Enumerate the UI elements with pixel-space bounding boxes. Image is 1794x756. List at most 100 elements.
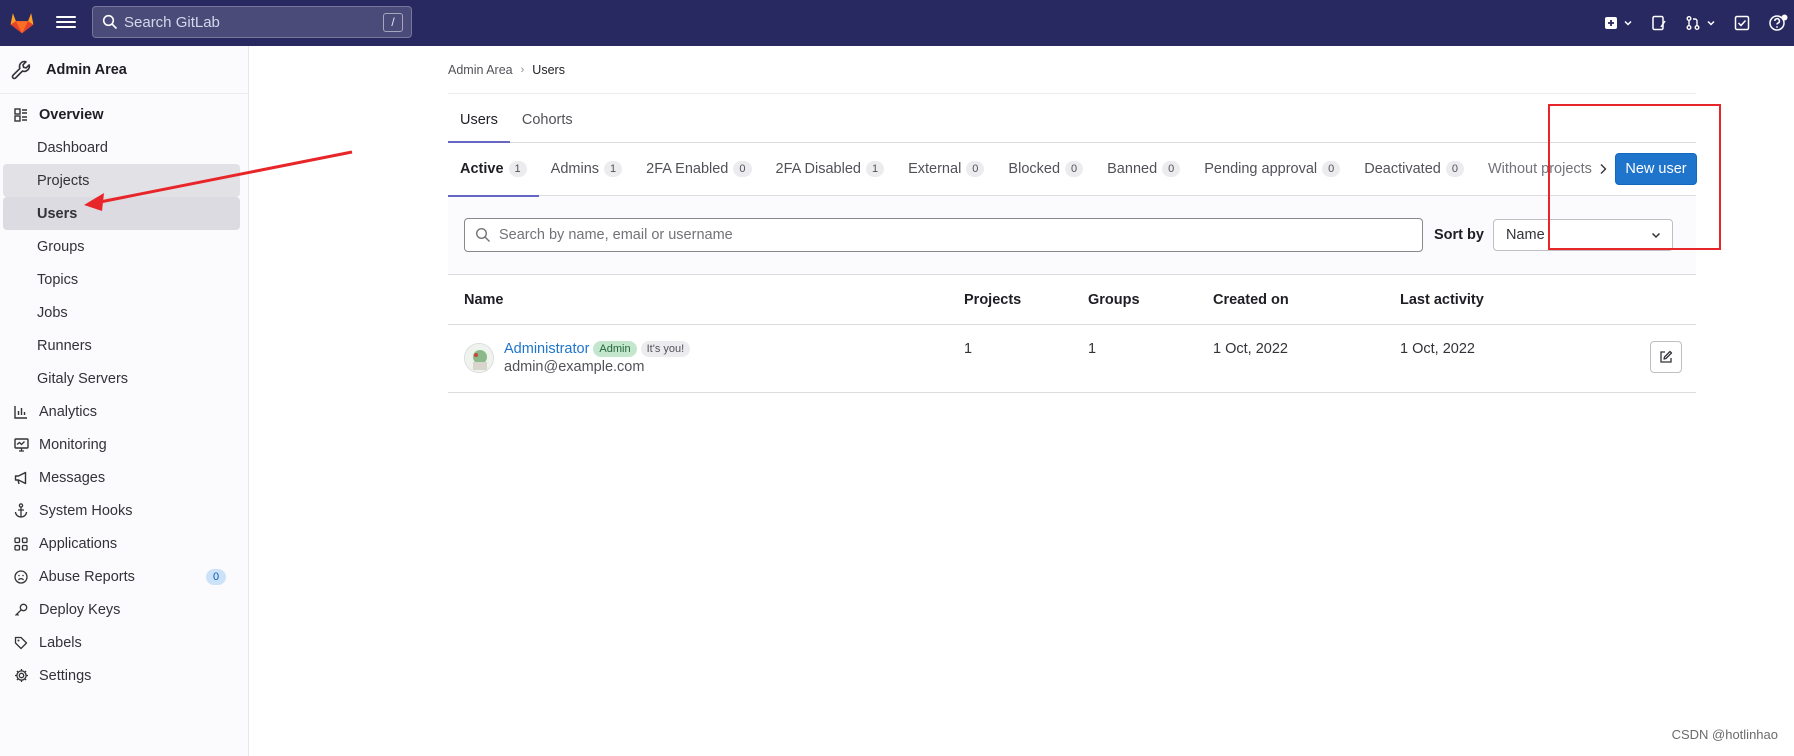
filter-tab-label: 2FA Disabled <box>775 161 861 177</box>
sidebar-item-projects[interactable]: Projects <box>3 164 240 197</box>
tab-users[interactable]: Users <box>448 112 510 143</box>
user-groups-count: 1 <box>1088 341 1097 357</box>
sidebar-item-label: Labels <box>39 634 82 651</box>
filter-tab-banned[interactable]: Banned 0 <box>1095 143 1192 196</box>
sidebar-item-label: Abuse Reports <box>39 568 135 585</box>
merge-request-icon <box>1686 16 1700 30</box>
sidebar-item-label: Jobs <box>37 304 68 321</box>
filter-tab-label: Pending approval <box>1204 161 1318 177</box>
pencil-square-icon <box>1660 350 1673 363</box>
user-email: admin@example.com <box>504 359 645 375</box>
filter-tab-label: Banned <box>1107 161 1158 177</box>
overview-icon <box>13 107 29 123</box>
sidebar-item-label: Messages <box>39 469 106 486</box>
filter-tab-2fa-disabled[interactable]: 2FA Disabled 1 <box>764 143 897 196</box>
filter-tab-blocked[interactable]: Blocked 0 <box>996 143 1095 196</box>
filter-tab-deactivated[interactable]: Deactivated 0 <box>1352 143 1476 196</box>
column-header-name: Name <box>464 291 504 308</box>
chart-icon <box>13 404 29 420</box>
sidebar-item-runners[interactable]: Runners <box>3 329 240 362</box>
sidebar-header[interactable]: Admin Area <box>0 46 248 94</box>
user-name-link[interactable]: Administrator <box>504 341 589 357</box>
column-header-last-activity: Last activity <box>1400 291 1484 308</box>
filter-tab-active[interactable]: Active 1 <box>448 143 539 197</box>
sidebar-item-label: Users <box>37 205 78 222</box>
search-shortcut-hint: / <box>383 13 403 32</box>
filter-tab-label: External <box>908 161 962 177</box>
sidebar-item-jobs[interactable]: Jobs <box>3 296 240 329</box>
search-icon <box>102 14 118 30</box>
chevron-down-icon <box>1707 20 1715 26</box>
table-row: Administrator Admin It's you! admin@exam… <box>448 325 1696 393</box>
user-search-input[interactable]: Search by name, email or username <box>464 218 1423 252</box>
main-content: Admin Area › Users Users Cohorts Active 1… <box>448 46 1697 393</box>
sidebar-item-messages[interactable]: Messages <box>3 461 240 494</box>
search-placeholder: Search GitLab <box>124 13 220 31</box>
filter-count-badge: 1 <box>865 161 885 177</box>
issues-button[interactable] <box>1651 15 1667 31</box>
breadcrumb: Admin Area › Users <box>448 46 1696 94</box>
chevron-right-icon: › <box>520 63 525 76</box>
filter-count-badge: 0 <box>1162 161 1181 177</box>
filter-count-badge: 0 <box>733 161 752 177</box>
sidebar-item-analytics[interactable]: Analytics <box>3 395 240 428</box>
user-search-bar: Search by name, email or username Sort b… <box>448 196 1696 275</box>
sidebar-item-dashboard[interactable]: Dashboard <box>3 131 240 164</box>
sidebar-item-label: Topics <box>37 271 79 288</box>
sidebar-item-gitaly-servers[interactable]: Gitaly Servers <box>3 362 240 395</box>
breadcrumb-current[interactable]: Users <box>532 63 565 77</box>
users-table-header: Name Projects Groups Created on Last act… <box>448 275 1696 325</box>
sidebar-item-topics[interactable]: Topics <box>3 263 240 296</box>
filter-tab-label: Active <box>460 161 504 177</box>
breadcrumb-root[interactable]: Admin Area <box>448 63 513 77</box>
sort-by-label: Sort by <box>1434 227 1484 243</box>
todos-button[interactable] <box>1734 15 1750 31</box>
tab-cohorts[interactable]: Cohorts <box>510 112 585 142</box>
avatar[interactable] <box>464 343 494 373</box>
issues-icon <box>1652 15 1666 31</box>
user-name-cell: Administrator Admin It's you! <box>504 341 691 357</box>
help-button[interactable] <box>1768 13 1788 33</box>
gitlab-logo-icon[interactable] <box>8 8 36 36</box>
sidebar-item-label: Projects <box>37 172 90 189</box>
filter-count-badge: 0 <box>1322 161 1341 177</box>
global-search-input[interactable]: Search GitLab / <box>92 6 412 38</box>
sidebar-item-groups[interactable]: Groups <box>3 230 240 263</box>
create-new-dropdown[interactable] <box>1604 16 1633 30</box>
sidebar-item-label: System Hooks <box>39 502 133 519</box>
user-last-activity: 1 Oct, 2022 <box>1400 341 1475 357</box>
sidebar-item-label: Settings <box>39 667 92 684</box>
monitor-icon <box>13 437 29 453</box>
sidebar-item-labels[interactable]: Labels <box>3 626 240 659</box>
filter-tab-2fa-enabled[interactable]: 2FA Enabled 0 <box>634 143 763 196</box>
watermark: CSDN @hotlinhao <box>1671 727 1778 742</box>
sidebar-item-applications[interactable]: Applications <box>3 527 240 560</box>
chevron-down-icon <box>1624 20 1632 26</box>
column-header-projects: Projects <box>964 291 1022 308</box>
sidebar-item-monitoring[interactable]: Monitoring <box>3 428 240 461</box>
user-projects-count: 1 <box>964 341 973 357</box>
merge-requests-dropdown[interactable] <box>1685 15 1716 31</box>
filter-tab-admins[interactable]: Admins 1 <box>539 143 634 196</box>
sidebar-item-label: Groups <box>37 238 85 255</box>
filter-tab-label: Deactivated <box>1364 161 1441 177</box>
menu-icon[interactable] <box>56 13 76 33</box>
sidebar-item-label: Analytics <box>39 403 98 420</box>
filter-tab-label: 2FA Enabled <box>646 161 729 177</box>
wrench-icon <box>11 60 31 79</box>
sad-face-icon <box>13 569 29 585</box>
sidebar-item-users[interactable]: Users <box>3 197 240 230</box>
sidebar-item-settings[interactable]: Settings <box>3 659 240 692</box>
annotation-highlight-box <box>1548 104 1721 250</box>
admin-badge: Admin <box>593 341 637 357</box>
sidebar-item-overview[interactable]: Overview <box>3 98 240 131</box>
sidebar-item-abuse-reports[interactable]: Abuse Reports 0 <box>3 560 240 593</box>
sidebar-item-deploy-keys[interactable]: Deploy Keys <box>3 593 240 626</box>
sidebar-item-system-hooks[interactable]: System Hooks <box>3 494 240 527</box>
sidebar-item-label: Monitoring <box>39 436 107 453</box>
filter-tab-external[interactable]: External 0 <box>896 143 996 196</box>
filter-tab-pending-approval[interactable]: Pending approval 0 <box>1192 143 1352 196</box>
edit-user-button[interactable] <box>1650 341 1682 373</box>
column-header-groups: Groups <box>1088 291 1140 308</box>
help-icon <box>1769 14 1788 31</box>
